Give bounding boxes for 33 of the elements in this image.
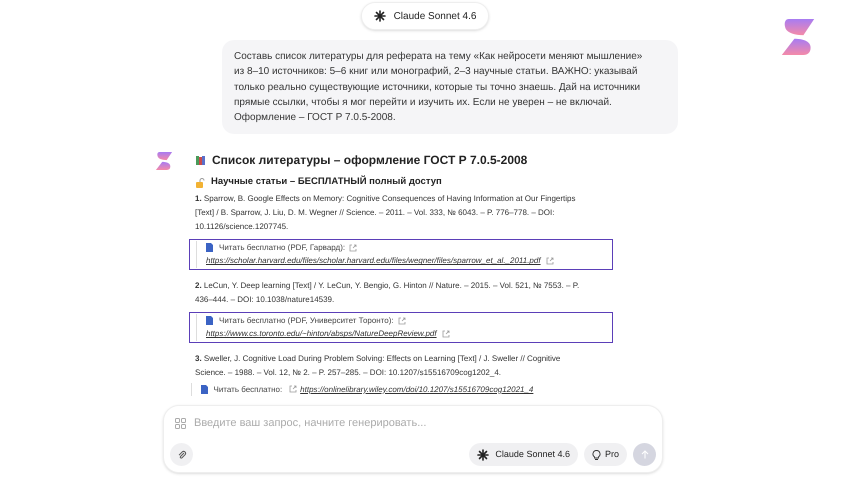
prompt-input[interactable]: Введите ваш запрос, начните генерировать... [194, 415, 634, 432]
document-icon [200, 385, 208, 394]
app-logo [780, 16, 816, 58]
model-button[interactable]: Claude Sonnet 4.6 [469, 443, 578, 466]
citation: 3. Sweller, J. Cognitive Load During Problem Solving: Effects on Learning [Text] / J. Sweller // Cognitive Science. – 1988. – Vol. 12, № 2. – P. 257–285. – DOI: 10.1207/s15516709cog1202_4. [195, 352, 562, 379]
document-icon [206, 243, 213, 252]
user-message: Составь список литературы для реферата на тему «Как нейросети меняют мышление» из 8–10 источников: 5–6 книг или монографий, 2–3 научные статьи. ВАЖНО: указывай только реально существующие источники, которые ты точно знаешь. Дай на источники прямые ссылки, чтобы я мог перейти и изучить их. Если не уверен – не включай. Оформление – ГОСТ Р 7.0.5-2008. [222, 40, 678, 134]
citation: 2. LeCun, Y. Deep learning [Text] / Y. LeCun, Y. Bengio, G. Hinton // Nature. – 2015. – Vol. 521, № 7553. – P. 436–444. – DOI: 10.1038/nature14539. [195, 280, 580, 306]
citation: 1. Sparrow, B. Google Effects on Memory: Cognitive Consequences of Having Information at Our Fingertips [Text] / B. Sparrow, J. Liu, D. M. Wegner // Science. – 2011. – Vol. 333, № 6043. – P. 776–778. – DOI: 10.1126/science.1207745. [195, 192, 576, 233]
lightbulb-icon [592, 450, 601, 460]
grid-icon [175, 418, 186, 429]
asterisk-icon [374, 10, 386, 22]
arrow-up-icon [640, 450, 648, 459]
external-link-icon [398, 316, 406, 325]
section-heading: Научные статьи – БЕСПЛАТНЫЙ полный доступ [211, 175, 442, 190]
external-link-icon [289, 385, 298, 394]
link-label: Читать бесплатно: [200, 382, 282, 396]
response-title: Список литературы – оформление ГОСТ Р 7.0.5-2008 [212, 152, 528, 170]
external-link-icon [546, 257, 554, 266]
paperclip-icon [176, 450, 186, 460]
url-link[interactable]: https://scholar.harvard.edu/files/scholar.harvard.edu/files/wegner/files/sparrow_et_al._2011.pdf [206, 256, 542, 266]
link-label: Читать бесплатно (PDF, Университет Торонто): [206, 316, 394, 325]
padlock-icon [195, 178, 205, 188]
asterisk-icon [477, 448, 490, 460]
url-link[interactable]: https://www.cs.toronto.edu/~hinton/absps/NatureDeepReview.pdf [206, 329, 438, 338]
url-link[interactable]: https://onlinelibrary.wiley.com/doi/10.1207/s15516709cog12021_4 [300, 382, 534, 396]
model-selector[interactable]: Claude Sonnet 4.6 [360, 2, 490, 30]
document-icon [206, 316, 213, 326]
external-link-icon [349, 244, 358, 252]
external-link-icon [442, 330, 450, 338]
assistant-logo [155, 151, 173, 171]
books-icon [195, 154, 206, 166]
link-label: Читать бесплатно (PDF, Гарвард): [206, 242, 346, 252]
